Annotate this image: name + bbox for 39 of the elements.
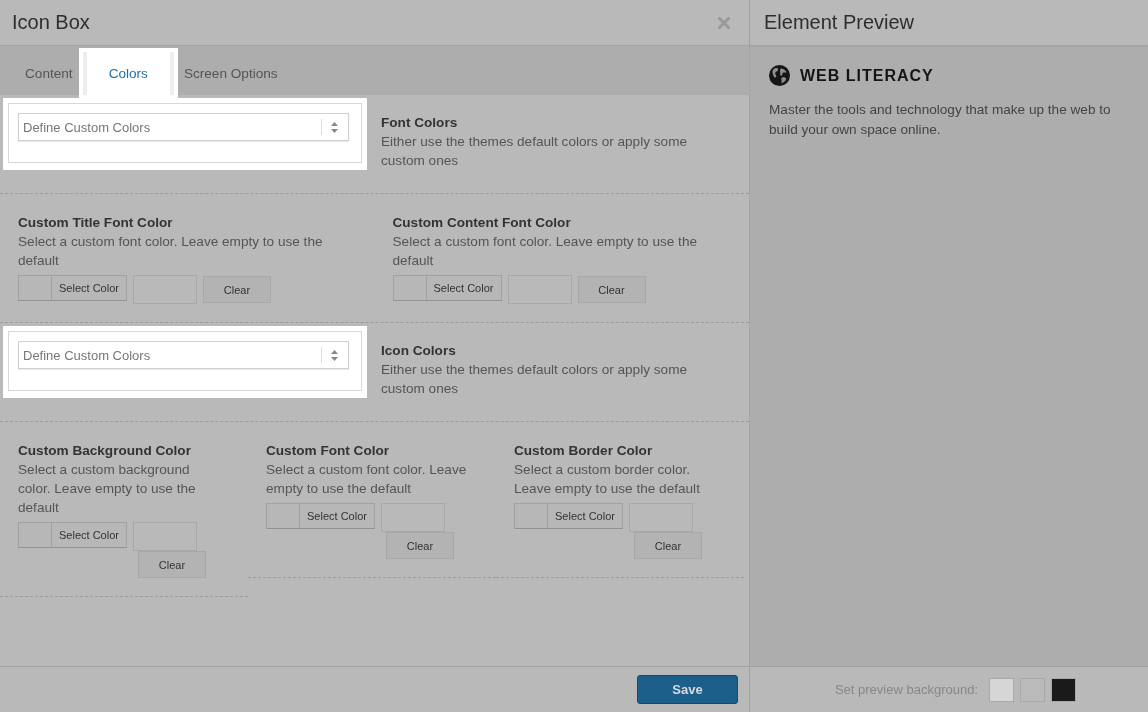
save-button[interactable]: Save [637, 675, 738, 704]
select-dropdown[interactable]: Define Custom Colors [18, 341, 349, 369]
field-description: Select a custom font color. Leave empty to use the default [266, 461, 468, 498]
tab[interactable]: Content [15, 52, 83, 95]
clear-button[interactable]: Clear [138, 551, 206, 578]
sort-arrows-icon [331, 349, 338, 361]
clear-button[interactable]: Clear [577, 276, 646, 303]
field-description: Select a custom border color. Leave empty to use the default [514, 461, 701, 498]
globe-icon [769, 65, 790, 86]
field-title: Custom Content Font Color [392, 214, 572, 232]
clear-button[interactable]: Clear [386, 532, 454, 559]
clear-button[interactable]: Clear [634, 532, 702, 559]
tab[interactable]: Screen Options [173, 52, 288, 95]
preview-text: Master the tools and technology that make up the web to build your own space online. [769, 101, 1112, 139]
preview-heading: WEB LITERACY [800, 66, 934, 85]
section-title: Icon Colors [381, 342, 457, 360]
section-title: Font Colors [381, 114, 459, 132]
select-color-button[interactable]: Select Color [392, 275, 502, 301]
field-title: Custom Background Color [18, 442, 192, 460]
select-color-button[interactable]: Select Color [514, 503, 623, 529]
select-dropdown[interactable]: Define Custom Colors [18, 113, 349, 141]
select-color-button[interactable]: Select Color [18, 522, 127, 548]
background-swatch-icon[interactable] [989, 677, 1014, 702]
select-color-button[interactable]: Select Color [18, 275, 127, 301]
field-description: Select a custom font color. Leave empty to use the default [18, 233, 324, 270]
panel-title: Element Preview [764, 11, 915, 34]
dialog-title: Icon Box [12, 11, 90, 34]
clear-button[interactable]: Clear [203, 276, 271, 303]
field-title: Custom Title Font Color [18, 214, 174, 232]
field-description: Select a custom font color. Leave empty to use the default [392, 233, 699, 270]
background-swatch-icon[interactable] [1051, 677, 1076, 702]
select-color-button[interactable]: Select Color [266, 503, 375, 529]
field-title: Custom Border Color [514, 442, 654, 460]
field-title: Custom Font Color [266, 442, 391, 460]
section-description: Either use the themes default colors or apply some custom ones [381, 133, 689, 170]
section-description: Either use the themes default colors or apply some custom ones [381, 361, 689, 398]
sort-arrows-icon [331, 121, 338, 133]
close-icon[interactable] [718, 16, 730, 29]
field-description: Select a custom background color. Leave empty to use the default [18, 461, 197, 517]
